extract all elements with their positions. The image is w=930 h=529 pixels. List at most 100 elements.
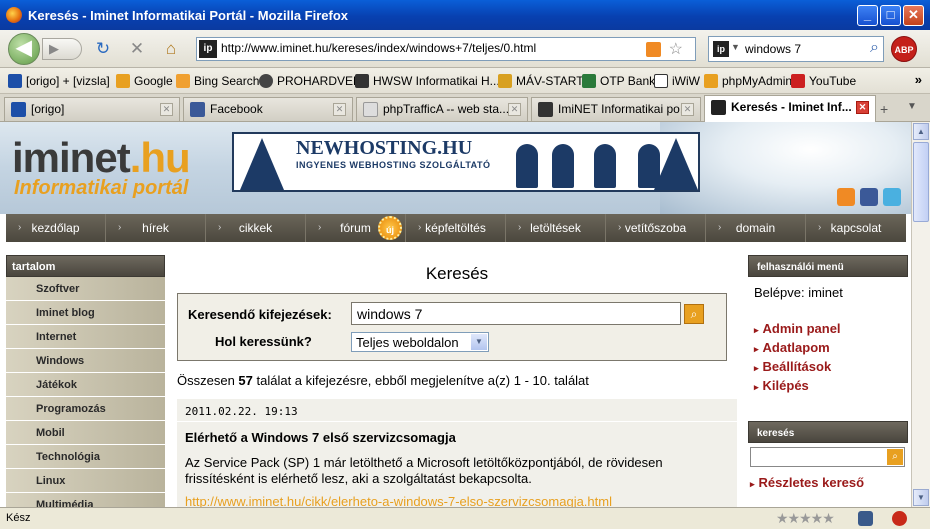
- banner-tree-image: [240, 138, 284, 190]
- bookmark-hwsw[interactable]: HWSW Informatikai H...: [355, 74, 500, 88]
- query-input[interactable]: [351, 302, 681, 325]
- where-label: Hol keressünk?: [215, 334, 312, 349]
- menu-domain[interactable]: › domain: [706, 214, 806, 242]
- query-label: Keresendő kifejezések:: [188, 307, 332, 322]
- bookmark-youtube[interactable]: YouTube: [791, 74, 856, 88]
- vertical-scrollbar[interactable]: ▲ ▼: [911, 122, 930, 507]
- bookmark-otp[interactable]: OTP Bank: [582, 74, 655, 88]
- search-icon[interactable]: ⌕: [870, 39, 879, 57]
- close-tab-icon[interactable]: ✕: [681, 103, 694, 116]
- bookmark-iwiw[interactable]: iWiW: [654, 74, 700, 88]
- security-icon[interactable]: [892, 511, 907, 526]
- close-tab-icon[interactable]: ✕: [160, 103, 173, 116]
- stop-icon[interactable]: ✕: [126, 38, 148, 60]
- tab-kereses-active[interactable]: Keresés - Iminet Inf... ✕: [704, 95, 876, 122]
- left-nav-item-internet[interactable]: Internet: [6, 325, 165, 349]
- left-nav-item-szoftver[interactable]: Szoftver: [6, 277, 165, 301]
- banner-tree-image: [654, 138, 698, 190]
- bookmark-prohardver[interactable]: PROHARDVER: [259, 74, 362, 88]
- tab-list-button[interactable]: ▼: [907, 101, 917, 112]
- rss-icon[interactable]: [837, 188, 855, 206]
- rss-feed-icon[interactable]: [646, 42, 661, 57]
- main-content: Keresés Keresendő kifejezések: ⌕ Hol ker…: [177, 255, 737, 507]
- left-nav-item-mobil[interactable]: Mobil: [6, 421, 165, 445]
- menu-vetitoszoba[interactable]: › vetítőszoba: [606, 214, 706, 242]
- otp-icon: [582, 74, 596, 88]
- left-nav-item-windows[interactable]: Windows: [6, 349, 165, 373]
- left-nav-item-linux[interactable]: Linux: [6, 469, 165, 493]
- page-icon: [363, 102, 378, 117]
- scroll-down-icon[interactable]: ▼: [913, 489, 929, 506]
- bookmark-google[interactable]: Google: [116, 74, 173, 88]
- left-nav-item-iminet-blog[interactable]: Iminet blog: [6, 301, 165, 325]
- url-bar[interactable]: ip ☆: [196, 37, 696, 61]
- close-tab-icon[interactable]: ✕: [856, 101, 869, 114]
- home-icon[interactable]: ⌂: [160, 38, 182, 60]
- site-header: iminet.hu Informatikai portál NEWHOSTING…: [0, 122, 911, 214]
- close-tab-icon[interactable]: ✕: [508, 103, 521, 116]
- detailed-search-link[interactable]: ▸ Részletes kereső: [750, 475, 864, 490]
- menu-kapcsolat[interactable]: › kapcsolat: [806, 214, 906, 242]
- tab-phptraffica[interactable]: phpTraffic​A -- web sta... ✕: [356, 97, 528, 121]
- user-link-kilepes[interactable]: ▸ Kilépés: [748, 378, 908, 397]
- site-logo-subtitle: Informatikai portál: [14, 177, 189, 199]
- newhosting-banner[interactable]: NEWHOSTING.HU INGYENES WEBHOSTING SZOLGÁ…: [232, 132, 700, 192]
- bookmarks-more-button[interactable]: »: [915, 72, 922, 87]
- result-title[interactable]: Elérhető a Windows 7 első szervizcsomagj…: [185, 430, 456, 445]
- result-link[interactable]: http://www.iminet.hu/cikk/elerheto-a-win…: [185, 494, 612, 507]
- bookmark-star-icon[interactable]: ☆: [669, 39, 683, 59]
- tab-origo[interactable]: [origo] ✕: [4, 97, 180, 121]
- new-tab-button[interactable]: +: [880, 101, 888, 117]
- adblock-plus-button[interactable]: ABP: [891, 36, 917, 62]
- site-logo[interactable]: iminet.hu: [12, 134, 191, 182]
- left-nav-item-programozas[interactable]: Programozás: [6, 397, 165, 421]
- menu-kepfeltoltes[interactable]: › képfeltöltés: [406, 214, 506, 242]
- search-engine-icon[interactable]: ip: [713, 41, 729, 57]
- browser-search-input[interactable]: [745, 42, 855, 56]
- close-window-button[interactable]: ✕: [903, 5, 924, 26]
- search-icon[interactable]: ⌕: [887, 449, 903, 465]
- maximize-button[interactable]: □: [880, 5, 901, 26]
- search-engine-dropdown-icon[interactable]: ▼: [731, 42, 740, 52]
- side-search-input[interactable]: ⌕: [750, 447, 905, 467]
- back-button[interactable]: ◀: [8, 33, 40, 65]
- menu-letoltesek[interactable]: › letöltések: [506, 214, 606, 242]
- left-nav-item-multimedia[interactable]: Multimédia: [6, 493, 165, 507]
- search-scope-select[interactable]: Teljes weboldalon ▼: [351, 332, 489, 352]
- facebook-icon: [190, 102, 205, 117]
- tab-iminet-portal[interactable]: ImiNET Informatikai po... ✕: [531, 97, 701, 121]
- chevron-down-icon[interactable]: ▼: [471, 334, 487, 350]
- banner-figure-image: [516, 144, 538, 188]
- left-nav-item-jatekok[interactable]: Játékok: [6, 373, 165, 397]
- facebook-icon[interactable]: [860, 188, 878, 206]
- user-link-admin-panel[interactable]: ▸ Admin panel: [748, 321, 908, 340]
- scrollbar-thumb[interactable]: [913, 142, 929, 222]
- twitter-icon[interactable]: [883, 188, 901, 206]
- search-result: 2011.02.22. 19:13 Elérhető a Windows 7 e…: [177, 399, 737, 507]
- url-input[interactable]: [221, 41, 631, 55]
- browser-search-box[interactable]: ip ▼ ⌕: [708, 36, 884, 62]
- user-link-adatlapom[interactable]: ▸ Adatlapom: [748, 340, 908, 359]
- left-nav-item-technologia[interactable]: Technológia: [6, 445, 165, 469]
- minimize-button[interactable]: _: [857, 5, 878, 26]
- bookmark-phpmyadmin[interactable]: phpMyAdmin: [704, 74, 792, 88]
- search-submit-icon[interactable]: ⌕: [684, 304, 704, 324]
- menu-hirek[interactable]: › hírek: [106, 214, 206, 242]
- navigation-toolbar: ◀ ▶ ↻ ✕ ⌂ ip ☆ ip ▼ ⌕: [0, 30, 930, 68]
- bookmark-origo[interactable]: [origo] + [vizsla]: [8, 74, 110, 88]
- bookmark-mav-start[interactable]: MÁV-START: [498, 74, 584, 88]
- rating-stars[interactable]: ★★★★★: [776, 510, 835, 527]
- firefox-icon: [6, 7, 22, 23]
- bookmarks-toolbar: [origo] + [vizsla] Google Bing Search PR…: [0, 68, 930, 94]
- forward-button[interactable]: ▶: [42, 38, 82, 60]
- close-tab-icon[interactable]: ✕: [333, 103, 346, 116]
- user-link-beallitasok[interactable]: ▸ Beállítások: [748, 359, 908, 378]
- menu-cikkek[interactable]: › cikkek: [206, 214, 306, 242]
- tab-facebook[interactable]: Facebook ✕: [183, 97, 353, 121]
- addon-icon[interactable]: [858, 511, 873, 526]
- bookmark-bing[interactable]: Bing Search: [176, 74, 259, 88]
- iminet-icon: [711, 100, 726, 115]
- scroll-up-icon[interactable]: ▲: [913, 123, 929, 140]
- reload-icon[interactable]: ↻: [92, 38, 114, 60]
- menu-kezdolap[interactable]: › kezdőlap: [6, 214, 106, 242]
